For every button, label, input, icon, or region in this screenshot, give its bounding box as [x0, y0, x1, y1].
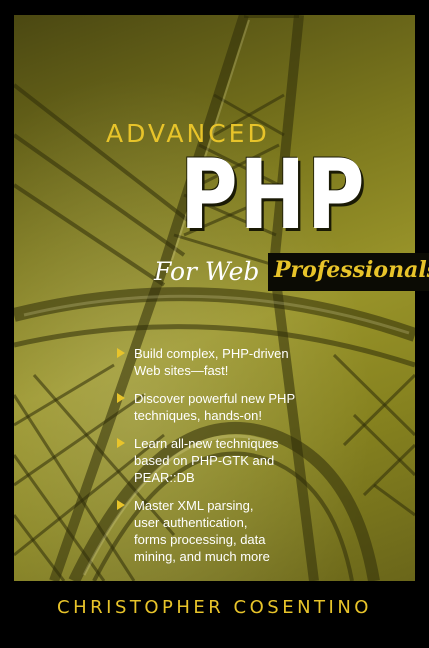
- arrow-bullet-icon: [117, 500, 125, 510]
- feature-line: Build complex, PHP-driven: [134, 346, 289, 361]
- title-large: PHP: [180, 139, 367, 251]
- arrow-bullet-icon: [117, 393, 125, 403]
- subtitle-box: Professionals: [268, 253, 429, 291]
- feature-item: Build complex, PHP-driven Web sites—fast…: [117, 345, 347, 379]
- feature-line: Discover powerful new PHP: [134, 391, 296, 406]
- subtitle-for-web: For Web: [154, 257, 260, 286]
- author-name: CHRISTOPHER COSENTINO: [57, 597, 372, 618]
- eiffel-tower-photo: ADVANCED PHP Build complex, PHP-driven W…: [14, 15, 415, 581]
- feature-line: PEAR::DB: [134, 470, 195, 485]
- feature-line: based on PHP-GTK and: [134, 453, 275, 468]
- feature-line: mining, and much more: [134, 549, 270, 564]
- subtitle-professionals: Professionals: [274, 257, 429, 283]
- feature-line: forms processing, data: [134, 532, 266, 547]
- feature-line: user authentication,: [134, 515, 248, 530]
- feature-item: Discover powerful new PHP techniques, ha…: [117, 390, 347, 424]
- feature-item: Learn all-new techniques based on PHP-GT…: [117, 435, 347, 486]
- arrow-bullet-icon: [117, 348, 125, 358]
- feature-item: Master XML parsing, user authentication,…: [117, 497, 347, 565]
- feature-line: techniques, hands-on!: [134, 408, 262, 423]
- feature-line: Web sites—fast!: [134, 363, 229, 378]
- arrow-bullet-icon: [117, 438, 125, 448]
- feature-line: Learn all-new techniques: [134, 436, 279, 451]
- feature-list: Build complex, PHP-driven Web sites—fast…: [117, 345, 347, 576]
- subtitle-bar: For Web Professionals: [14, 253, 429, 291]
- book-cover: ADVANCED PHP Build complex, PHP-driven W…: [0, 0, 429, 648]
- feature-line: Master XML parsing,: [134, 498, 254, 513]
